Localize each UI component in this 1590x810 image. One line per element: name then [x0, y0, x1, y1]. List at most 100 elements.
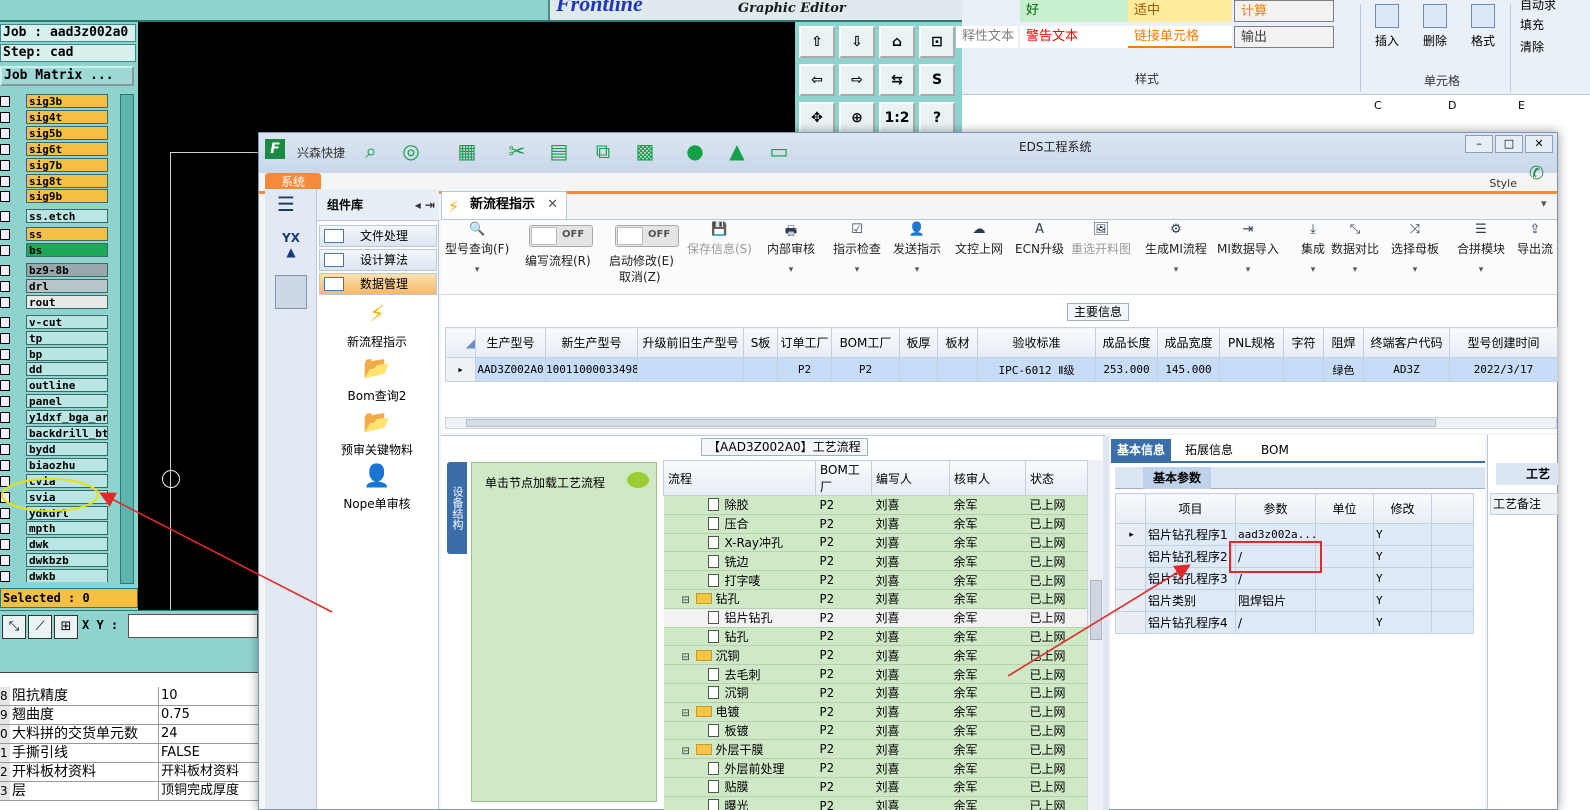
- layer-row[interactable]: cvia: [0, 473, 112, 489]
- table-cell[interactable]: 余军: [949, 627, 1026, 647]
- table-cell[interactable]: 刘喜: [871, 589, 950, 609]
- hamburger-menu-icon[interactable]: ☰: [277, 194, 303, 215]
- tab-info-2[interactable]: BOM: [1255, 439, 1295, 461]
- collapse-icon[interactable]: ⊟: [682, 652, 696, 663]
- layer-name[interactable]: ydkdrl: [26, 505, 108, 520]
- table-cell[interactable]: 已上网: [1025, 645, 1087, 666]
- table-cell[interactable]: 刘喜: [871, 627, 950, 647]
- layer-name[interactable]: sig9b: [26, 189, 108, 204]
- table-cell[interactable]: 余军: [949, 645, 1026, 666]
- tab-info-1[interactable]: 拓展信息: [1179, 439, 1239, 461]
- column-header-d[interactable]: D: [1448, 99, 1456, 112]
- table-cell[interactable]: P2: [815, 758, 872, 778]
- table-cell[interactable]: 已上网: [1025, 664, 1087, 684]
- property-value[interactable]: 开料板材资料: [158, 763, 262, 781]
- dropdown-arrow-icon[interactable]: ▾: [1145, 265, 1207, 275]
- write-flow-toggle[interactable]: OFF: [529, 225, 593, 247]
- swap-icon[interactable]: ⇆: [879, 64, 915, 96]
- layer-name[interactable]: outline: [26, 378, 108, 393]
- table-cell[interactable]: P2: [815, 739, 872, 760]
- param-unit[interactable]: [1315, 611, 1374, 634]
- layer-row[interactable]: outline: [0, 378, 112, 393]
- scroll-thumb[interactable]: [466, 419, 1436, 427]
- layer-checkbox[interactable]: [0, 211, 10, 223]
- dropdown-arrow-icon[interactable]: ▾: [833, 265, 881, 275]
- layer-name[interactable]: dwkbzb: [26, 553, 108, 568]
- layer-list-scrollbar[interactable]: [120, 94, 134, 584]
- property-value[interactable]: 10: [158, 687, 262, 705]
- table-cell[interactable]: 已上网: [1025, 533, 1087, 553]
- column-header[interactable]: 验收标准: [977, 327, 1096, 358]
- table-cell[interactable]: P2: [815, 702, 872, 722]
- table-cell[interactable]: 余军: [949, 551, 1026, 572]
- table-row[interactable]: 贴膜 P2 刘喜 余军 已上网: [663, 777, 1087, 797]
- xy-input[interactable]: [128, 614, 258, 638]
- table-cell[interactable]: [899, 357, 938, 382]
- table-cell[interactable]: 已上网: [1025, 796, 1087, 810]
- layer-checkbox[interactable]: [0, 475, 10, 487]
- toolbar-button-0[interactable]: 🔍 型号查询(F) ▾: [445, 222, 509, 275]
- flow-node[interactable]: 铣边: [663, 551, 816, 572]
- property-value[interactable]: FALSE: [158, 744, 262, 762]
- layer-row[interactable]: y1dxf_bga_ar: [0, 410, 112, 425]
- toolbar-button-14[interactable]: ⇪ 导出流: [1517, 222, 1553, 257]
- layer-name[interactable]: sig8t: [26, 173, 108, 188]
- measure-icon[interactable]: ⟋: [28, 615, 52, 639]
- table-cell[interactable]: 余军: [949, 514, 1026, 534]
- flow-node[interactable]: 铝片钻孔: [663, 608, 816, 628]
- left-icon[interactable]: ⇦: [799, 64, 835, 96]
- flow-node[interactable]: 打字唛: [663, 570, 816, 590]
- flow-node[interactable]: ⊟ 钻孔: [663, 589, 816, 609]
- layer-row[interactable]: panel: [0, 394, 112, 409]
- layer-row[interactable]: dwkbzb: [0, 553, 112, 568]
- table-row[interactable]: 铝片类别 阻焊铝片 Y: [1115, 589, 1474, 612]
- layer-checkbox[interactable]: [0, 280, 10, 292]
- tab-craft[interactable]: 工艺: [1496, 463, 1558, 485]
- table-row[interactable]: X-Ray冲孔 P2 刘喜 余军 已上网: [663, 533, 1087, 553]
- table-cell[interactable]: P2: [815, 721, 872, 741]
- layer-row[interactable]: sig4t: [0, 109, 112, 125]
- table-cell[interactable]: 刘喜: [871, 664, 950, 684]
- table-cell[interactable]: P2: [815, 627, 872, 647]
- table-cell[interactable]: [937, 357, 978, 382]
- table-cell[interactable]: 余军: [949, 777, 1026, 797]
- layer-row[interactable]: sig3b: [0, 94, 112, 109]
- cell-style-0[interactable]: 好: [1020, 0, 1130, 22]
- table-icon[interactable]: ▦: [455, 139, 479, 163]
- layer-row[interactable]: sig5b: [0, 125, 112, 141]
- yx-module-icon[interactable]: YX ▲: [273, 231, 309, 263]
- column-header[interactable]: 编写人: [871, 460, 950, 496]
- table-cell[interactable]: 已上网: [1025, 627, 1087, 647]
- layer-name[interactable]: bs: [26, 243, 108, 258]
- table-cell[interactable]: 刘喜: [871, 721, 950, 741]
- collapse-icon[interactable]: ⊟: [682, 708, 696, 719]
- column-header[interactable]: 板厚: [899, 327, 938, 358]
- layer-row[interactable]: v-cut: [0, 314, 112, 330]
- layer-row[interactable]: ss: [0, 227, 112, 242]
- table-cell[interactable]: P2: [815, 645, 872, 666]
- layer-checkbox[interactable]: [0, 428, 10, 439]
- table-cell[interactable]: 余军: [949, 721, 1026, 741]
- table-cell[interactable]: 已上网: [1025, 758, 1087, 778]
- toolbar-button-1[interactable]: 💾 保存信息(S): [687, 222, 752, 257]
- table-cell[interactable]: [1283, 357, 1324, 382]
- layer-checkbox[interactable]: [0, 175, 10, 187]
- layer-checkbox[interactable]: [0, 459, 10, 471]
- layer-checkbox[interactable]: [0, 191, 10, 203]
- layer-checkbox[interactable]: [0, 96, 10, 107]
- format-button[interactable]: 格式: [1460, 4, 1506, 66]
- layer-row[interactable]: sig8t: [0, 173, 112, 189]
- scissors-icon[interactable]: ✂: [505, 139, 529, 163]
- grid-icon[interactable]: ▩: [633, 139, 657, 163]
- table-cell[interactable]: [1219, 357, 1284, 382]
- layer-row[interactable]: bydd: [0, 441, 112, 457]
- toolbar-button-5[interactable]: ☁ 文控上网: [955, 222, 1003, 257]
- up-icon[interactable]: ⇧: [799, 26, 835, 58]
- table-cell[interactable]: 刘喜: [871, 683, 950, 703]
- zoom-icon[interactable]: ⊕: [839, 102, 875, 134]
- table-cell[interactable]: 已上网: [1025, 739, 1087, 760]
- clear-button[interactable]: 清除: [1514, 36, 1590, 58]
- user-icon[interactable]: ●: [683, 139, 707, 163]
- tab-basic-params[interactable]: 基本参数: [1143, 467, 1212, 489]
- layer-row[interactable]: dwkb: [0, 569, 112, 582]
